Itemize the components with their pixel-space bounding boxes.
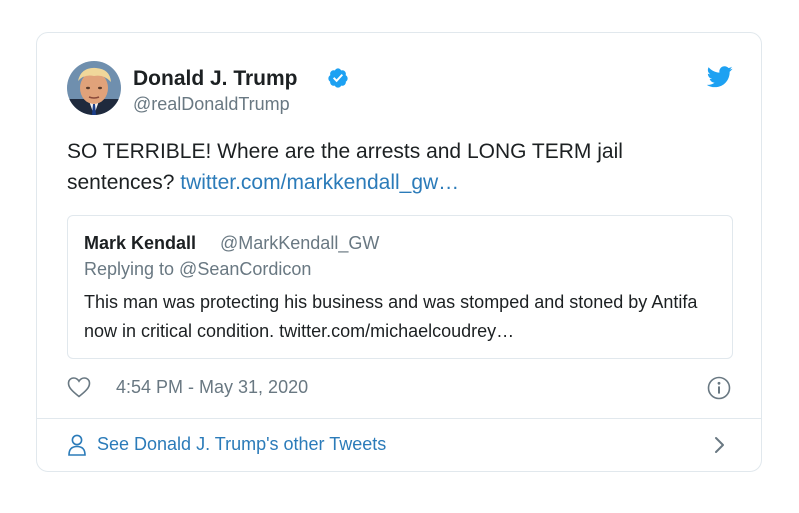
verified-badge-icon (328, 68, 348, 88)
twitter-bird-icon[interactable] (707, 66, 733, 88)
chevron-right-icon[interactable] (713, 434, 727, 456)
embedded-tweet-card: Donald J. Trump @realDonaldTrump SO TERR… (36, 32, 762, 472)
tweet-link[interactable]: twitter.com/markkendall_gw… (180, 171, 459, 194)
info-icon[interactable] (707, 376, 731, 400)
quoted-tweet[interactable]: Mark Kendall @MarkKendall_GW Replying to… (67, 215, 733, 359)
see-other-tweets-link[interactable]: See Donald J. Trump's other Tweets (97, 434, 386, 455)
person-icon (68, 434, 86, 456)
heart-icon[interactable] (67, 376, 91, 398)
divider (37, 418, 761, 419)
tweet-timestamp[interactable]: 4:54 PM - May 31, 2020 (116, 377, 308, 398)
quote-text: This man was protecting his business and… (84, 292, 698, 341)
author-handle[interactable]: @realDonaldTrump (133, 94, 290, 115)
author-name[interactable]: Donald J. Trump (133, 67, 298, 91)
quote-author-name: Mark Kendall (84, 233, 197, 253)
quote-replying-to: Replying to @SeanCordicon (84, 259, 312, 279)
tweet-text: SO TERRIBLE! Where are the arrests and L… (67, 136, 727, 198)
avatar[interactable] (67, 61, 121, 115)
quote-author-handle: @MarkKendall_GW (220, 233, 380, 253)
